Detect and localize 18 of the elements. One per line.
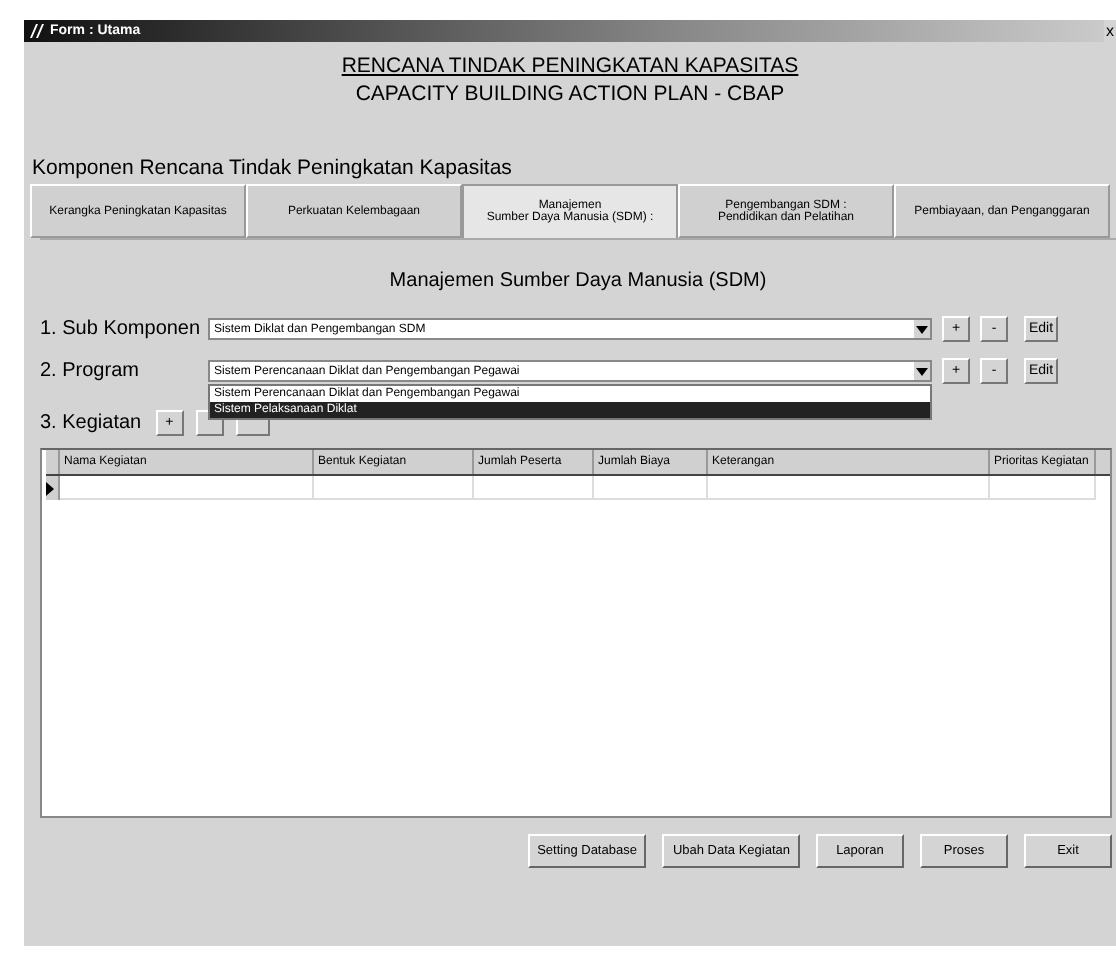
field-label: 1. Sub Komponen (40, 318, 203, 340)
row-pointer-icon (46, 481, 54, 495)
field-label: 3. Kegiatan (40, 412, 142, 434)
close-button[interactable]: x (1104, 20, 1116, 42)
form-icon (28, 22, 46, 40)
table-cell[interactable] (474, 476, 594, 500)
dropdown-arrow-icon[interactable] (914, 362, 930, 380)
form-subtitle: CAPACITY BUILDING ACTION PLAN - CBAP (355, 82, 785, 108)
table-cell[interactable] (594, 476, 708, 500)
table-cell[interactable] (708, 476, 990, 500)
table-cell[interactable] (990, 476, 1096, 500)
section-label: Komponen Rencana Tindak Peningkatan Kapasitas (32, 156, 514, 180)
form-title: RENCANA TINDAK PENINGKATAN KAPASITAS (341, 54, 799, 80)
panel-title: Manajemen Sumber Daya Manusia (SDM) (389, 270, 767, 294)
dropdown-arrow-icon[interactable] (914, 320, 930, 338)
table-cell[interactable] (314, 476, 474, 500)
field-label: 2. Program (40, 360, 141, 382)
table-cell[interactable] (60, 476, 314, 500)
